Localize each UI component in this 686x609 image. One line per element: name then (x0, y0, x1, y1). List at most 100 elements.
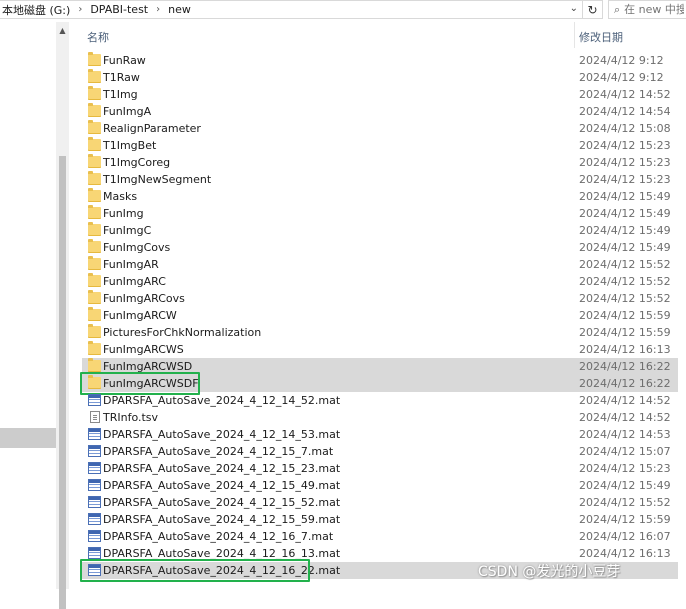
mat-file-icon (88, 496, 101, 508)
file-row[interactable]: DPARSFA_AutoSave_2024_4_12_15_23.mat 2024… (82, 460, 678, 477)
file-date-modified: 2024/4/12 9:12 (579, 54, 664, 67)
mat-file-icon (88, 547, 101, 559)
folder-icon (88, 290, 101, 304)
breadcrumb-drive[interactable]: 本地磁盘 (G:) (0, 2, 72, 18)
file-row[interactable]: FunImgC 2024/4/12 15:49 (82, 222, 678, 239)
file-list-scrollbar[interactable] (678, 22, 686, 589)
breadcrumb-new[interactable]: new (166, 3, 193, 16)
column-header-name[interactable]: 名称 (87, 29, 109, 45)
file-row[interactable]: FunImgARCWS 2024/4/12 16:13 (82, 341, 678, 358)
file-name: FunImgARCWS (103, 343, 184, 356)
file-row[interactable]: FunImgCovs 2024/4/12 15:49 (82, 239, 678, 256)
file-name: DPARSFA_AutoSave_2024_4_12_15_23.mat (103, 462, 341, 475)
file-name: DPARSFA_AutoSave_2024_4_12_15_7.mat (103, 445, 334, 458)
file-row[interactable]: FunImgAR 2024/4/12 15:52 (82, 256, 678, 273)
file-date-modified: 2024/4/12 9:12 (579, 71, 664, 84)
column-divider[interactable] (574, 22, 575, 48)
file-name: RealignParameter (103, 122, 201, 135)
file-name: FunImgARCW (103, 309, 177, 322)
file-row[interactable]: T1ImgNewSegment 2024/4/12 15:23 (82, 171, 678, 188)
breadcrumb-dpabi-test[interactable]: DPABI-test (88, 3, 150, 16)
refresh-icon: ↻ (587, 2, 598, 17)
column-header-date-modified[interactable]: 修改日期 (579, 29, 623, 45)
column-header-row: 名称 修改日期 (82, 22, 686, 48)
folder-icon (88, 341, 101, 355)
navigation-pane-selected-item[interactable] (0, 428, 56, 448)
folder-icon (88, 222, 101, 236)
file-row[interactable]: TRInfo.tsv 2024/4/12 14:52 (82, 409, 678, 426)
file-date-modified: 2024/4/12 16:22 (579, 360, 671, 373)
file-date-modified: 2024/4/12 14:52 (579, 88, 671, 101)
file-row[interactable]: DPARSFA_AutoSave_2024_4_12_15_49.mat 2024… (82, 477, 678, 494)
file-row[interactable]: FunImgARCW 2024/4/12 15:59 (82, 307, 678, 324)
mat-file-icon (88, 462, 101, 474)
mat-file-icon (88, 394, 101, 406)
file-name: FunImgAR (103, 258, 159, 271)
navigation-pane-scroll-thumb[interactable] (59, 156, 66, 609)
file-row[interactable]: T1Raw 2024/4/12 9:12 (82, 69, 678, 86)
file-list[interactable]: 名称 修改日期 FunRaw 2024/4/12 9:12 T1Raw 2024/4/… (80, 22, 686, 589)
file-row[interactable]: FunImgA 2024/4/12 14:54 (82, 103, 678, 120)
file-row[interactable]: RealignParameter 2024/4/12 15:08 (82, 120, 678, 137)
file-date-modified: 2024/4/12 15:07 (579, 445, 671, 458)
file-row[interactable]: T1ImgCoreg 2024/4/12 15:23 (82, 154, 678, 171)
chevron-down-icon[interactable]: ⌄ (570, 3, 578, 14)
file-row[interactable]: FunRaw 2024/4/12 9:12 (82, 52, 678, 69)
scroll-up-icon[interactable]: ▲ (56, 26, 69, 35)
file-name: FunImgARCWSDF (103, 377, 199, 390)
file-name: T1Img (103, 88, 138, 101)
file-name: T1ImgBet (103, 139, 157, 152)
file-name: T1ImgCoreg (103, 156, 171, 169)
file-row[interactable]: DPARSFA_AutoSave_2024_4_12_15_7.mat 2024/… (82, 443, 678, 460)
file-date-modified: 2024/4/12 15:59 (579, 309, 671, 322)
file-row[interactable]: FunImgARCovs 2024/4/12 15:52 (82, 290, 678, 307)
address-bar[interactable]: 本地磁盘 (G:) › DPABI-test › new ⌄ (0, 0, 583, 19)
file-row[interactable]: T1ImgBet 2024/4/12 15:23 (82, 137, 678, 154)
file-date-modified: 2024/4/12 14:52 (579, 394, 671, 407)
file-date-modified: 2024/4/12 15:59 (579, 326, 671, 339)
file-row[interactable]: DPARSFA_AutoSave_2024_4_12_15_52.mat 2024… (82, 494, 678, 511)
file-row[interactable]: FunImgARCWSDF 2024/4/12 16:22 (82, 375, 678, 392)
breadcrumb-separator-icon[interactable]: › (72, 4, 88, 15)
file-row[interactable]: FunImgARCWSD 2024/4/12 16:22 (82, 358, 678, 375)
file-row[interactable]: FunImgARC 2024/4/12 15:52 (82, 273, 678, 290)
file-row[interactable]: DPARSFA_AutoSave_2024_4_12_14_53.mat 2024… (82, 426, 678, 443)
folder-icon (88, 307, 101, 321)
file-name: DPARSFA_AutoSave_2024_4_12_14_52.mat (103, 394, 341, 407)
search-input[interactable] (624, 3, 685, 16)
file-name: DPARSFA_AutoSave_2024_4_12_15_49.mat (103, 479, 341, 492)
mat-file-icon (88, 564, 101, 576)
file-row[interactable]: PicturesForChkNormalization 2024/4/12 15:… (82, 324, 678, 341)
file-row[interactable]: DPARSFA_AutoSave_2024_4_12_14_52.mat 2024… (82, 392, 678, 409)
file-name: FunImgC (103, 224, 152, 237)
file-date-modified: 2024/4/12 15:23 (579, 462, 671, 475)
folder-icon (88, 103, 101, 117)
navigation-pane[interactable] (0, 22, 56, 589)
file-date-modified: 2024/4/12 16:13 (579, 547, 671, 560)
folder-icon (88, 86, 101, 100)
file-name: FunImgARCovs (103, 292, 185, 305)
refresh-button[interactable]: ↻ (583, 0, 603, 19)
navigation-pane-scrollbar[interactable]: ▲ (56, 22, 69, 609)
file-row[interactable]: DPARSFA_AutoSave_2024_4_12_16_13.mat 2024… (82, 545, 678, 562)
folder-icon (88, 205, 101, 219)
file-date-modified: 2024/4/12 15:49 (579, 479, 671, 492)
file-date-modified: 2024/4/12 16:13 (579, 343, 671, 356)
file-date-modified: 2024/4/12 14:54 (579, 105, 671, 118)
folder-icon (88, 256, 101, 270)
file-name: Masks (103, 190, 138, 203)
file-name: FunImgA (103, 105, 152, 118)
file-date-modified: 2024/4/12 14:52 (579, 411, 671, 424)
file-row[interactable]: Masks 2024/4/12 15:49 (82, 188, 678, 205)
file-row[interactable]: DPARSFA_AutoSave_2024_4_12_15_59.mat 2024… (82, 511, 678, 528)
file-date-modified: 2024/4/12 15:49 (579, 241, 671, 254)
search-box[interactable]: ⌕ (608, 0, 686, 19)
breadcrumb-separator-icon[interactable]: › (150, 4, 166, 15)
file-date-modified: 2024/4/12 15:52 (579, 258, 671, 271)
file-name: DPARSFA_AutoSave_2024_4_12_15_59.mat (103, 513, 341, 526)
file-row[interactable]: FunImg 2024/4/12 15:49 (82, 205, 678, 222)
file-row[interactable]: DPARSFA_AutoSave_2024_4_12_16_7.mat 2024/… (82, 528, 678, 545)
mat-file-icon (88, 530, 101, 542)
file-date-modified: 2024/4/12 15:52 (579, 275, 671, 288)
file-row[interactable]: T1Img 2024/4/12 14:52 (82, 86, 678, 103)
